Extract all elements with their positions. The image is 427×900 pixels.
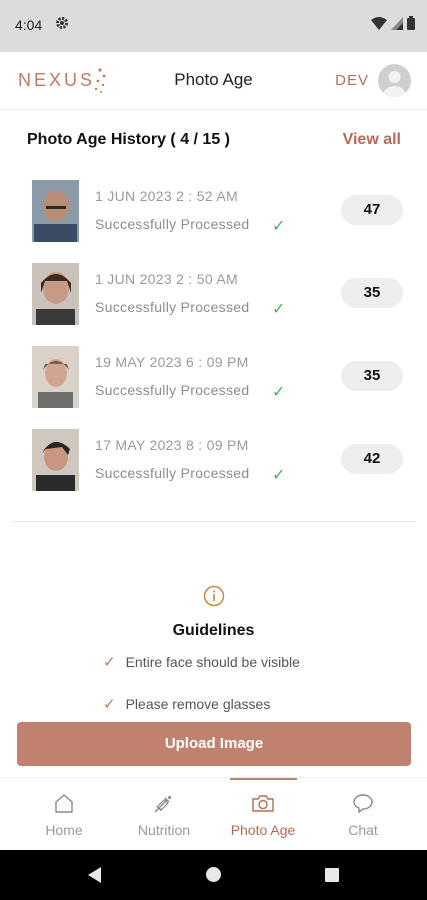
age-badge: 47 [341,195,403,225]
row-date: 19 MAY 2023 6 : 09 PM [95,354,249,370]
success-check-icon: ✓ [272,384,286,401]
history-row[interactable]: 1 JUN 2023 2 : 52 AM Successfully Proces… [0,180,427,244]
status-bar: 4:04 [0,0,427,52]
check-icon: ✓ [103,654,116,671]
guideline-item: ✓ Please remove glasses [103,695,270,713]
environment-badge: DEV [335,72,369,89]
home-button-icon[interactable] [206,867,221,882]
row-date: 17 MAY 2023 8 : 09 PM [95,437,249,453]
photo-thumbnail [32,429,79,491]
photo-thumbnail [32,180,79,242]
nav-nutrition[interactable]: Nutrition [114,778,214,851]
syringe-icon [114,792,214,814]
row-status: Successfully Processed [95,299,250,315]
chat-bubble-icon [313,792,413,814]
camera-icon [213,792,313,814]
wifi-icon [371,16,387,35]
nav-home[interactable]: Home [14,778,114,851]
success-check-icon: ✓ [272,467,286,484]
bottom-navigation: Home Nutrition Photo Age Chat [0,777,427,850]
cell-signal-icon [391,16,403,35]
history-row[interactable]: 1 JUN 2023 2 : 50 AM Successfully Proces… [0,263,427,327]
upload-image-button[interactable]: Upload Image [17,722,411,766]
row-status: Successfully Processed [95,382,250,398]
avatar[interactable] [378,64,411,97]
system-navigation-bar [0,850,427,900]
user-avatar-icon [383,71,406,97]
history-row[interactable]: 19 MAY 2023 6 : 09 PM Successfully Proce… [0,346,427,410]
guideline-text: Please remove glasses [125,696,271,712]
app-header: NEXUS Photo Age DEV [0,52,427,110]
nav-label: Nutrition [137,822,191,838]
nav-label: Home [45,822,83,838]
row-date: 1 JUN 2023 2 : 50 AM [95,271,238,287]
home-icon [14,792,114,814]
battery-icon [407,16,415,35]
history-row[interactable]: 17 MAY 2023 8 : 09 PM Successfully Proce… [0,429,427,493]
age-badge: 35 [341,361,403,391]
nav-chat[interactable]: Chat [313,778,413,851]
check-icon: ✓ [103,696,116,713]
info-icon [203,585,225,612]
nav-photo-age[interactable]: Photo Age [213,778,313,851]
photo-thumbnail [32,346,79,408]
status-indicators [371,16,415,35]
row-status: Successfully Processed [95,216,250,232]
photo-thumbnail [32,263,79,325]
history-title: Photo Age History ( 4 / 15 ) [27,131,230,148]
row-date: 1 JUN 2023 2 : 52 AM [95,188,238,204]
success-check-icon: ✓ [272,218,286,235]
status-time: 4:04 [15,17,43,33]
view-all-link[interactable]: View all [343,131,401,149]
nav-label: Chat [348,822,378,838]
nav-label: Photo Age [230,822,296,838]
guideline-text: Entire face should be visible [125,654,300,670]
settings-gear-icon [55,16,69,35]
section-divider [12,521,416,522]
age-badge: 42 [341,444,403,474]
guidelines-title: Guidelines [172,622,255,639]
row-status: Successfully Processed [95,465,250,481]
success-check-icon: ✓ [272,301,286,318]
age-badge: 35 [341,278,403,308]
recent-apps-icon[interactable] [325,868,339,882]
guideline-item: ✓ Entire face should be visible [103,653,300,671]
back-icon[interactable] [88,867,102,888]
